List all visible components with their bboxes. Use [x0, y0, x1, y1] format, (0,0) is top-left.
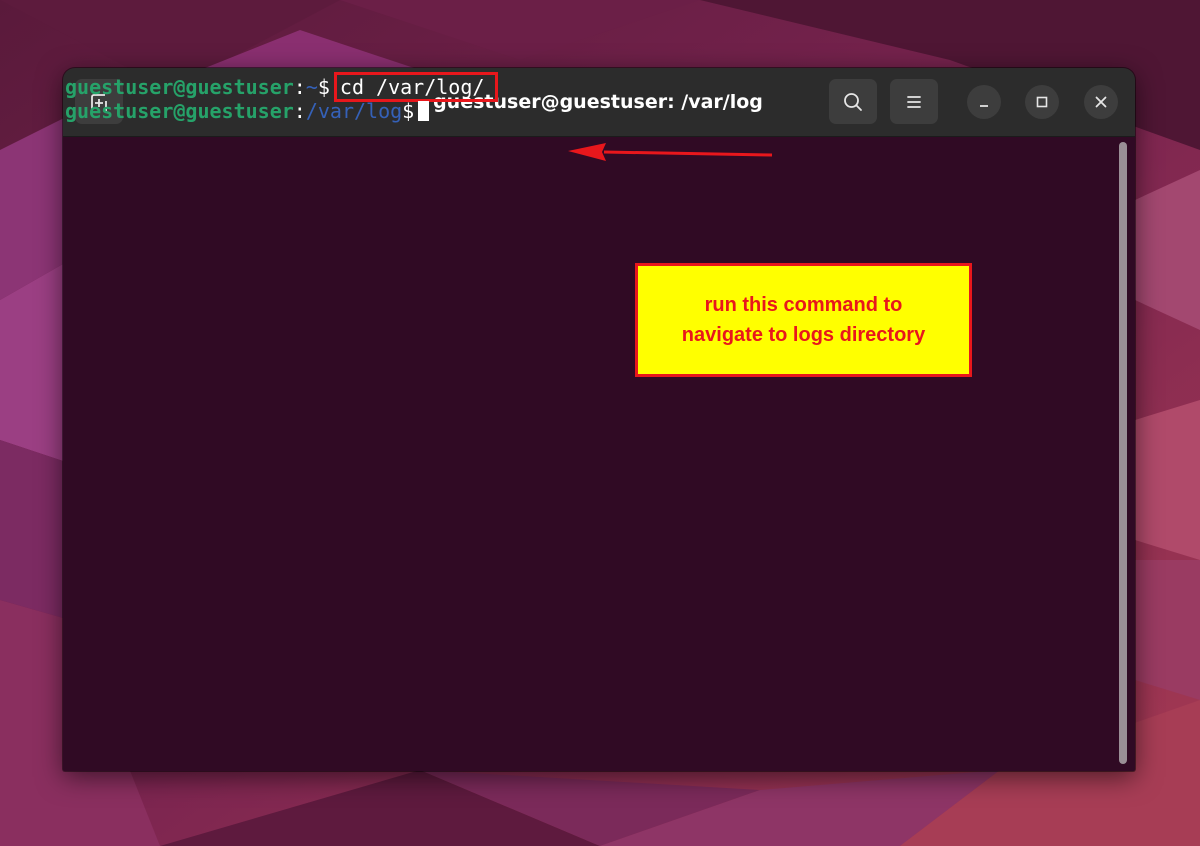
prompt-colon: : — [293, 99, 306, 123]
prompt-path: ~ — [305, 75, 318, 99]
prompt-colon: : — [293, 75, 306, 99]
prompt-symbol: $ — [402, 99, 415, 123]
annotation-callout: run this command to navigate to logs dir… — [635, 263, 972, 377]
terminal-scrollbar[interactable] — [1119, 142, 1127, 764]
annotation-line-2: navigate to logs directory — [681, 324, 926, 346]
annotation-line-1: run this command to — [704, 294, 903, 316]
prompt-user-host: guestuser@guestuser — [65, 75, 294, 99]
terminal-line-2: guestuser@guestuser:/var/log$ — [65, 98, 430, 124]
prompt-user-host: guestuser@guestuser — [65, 99, 294, 123]
text-cursor — [418, 101, 430, 121]
annotation-arrow — [568, 143, 773, 161]
prompt-path: /var/log — [305, 99, 403, 123]
terminal-output[interactable]: guestuser@guestuser:~$ cd /var/log/ guest… — [63, 0, 1115, 771]
prompt-symbol: $ — [317, 75, 330, 99]
terminal-line-1: guestuser@guestuser:~$ cd /var/log/ — [65, 72, 499, 102]
